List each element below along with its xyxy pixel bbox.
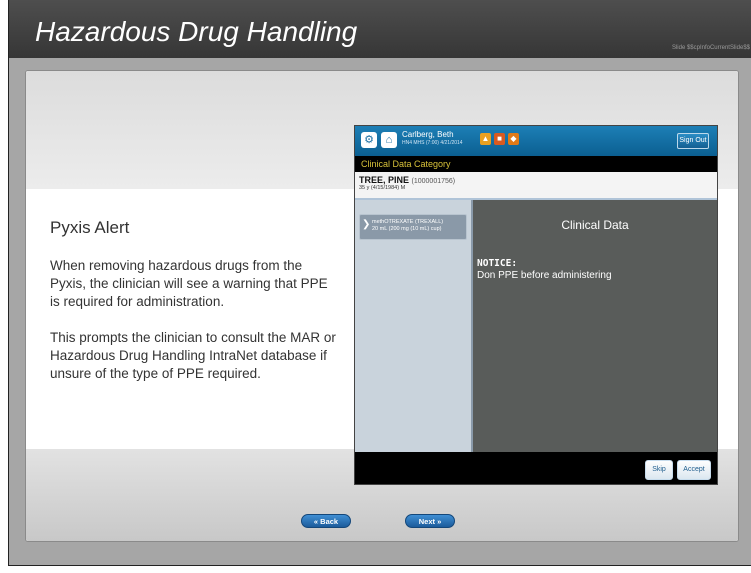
clinical-data-title: Clinical Data (561, 218, 629, 232)
content-area: Pyxis Alert When removing hazardous drug… (9, 58, 751, 565)
slide-paragraph-1: When removing hazardous drugs from the P… (50, 258, 328, 309)
skip-button: Skip (645, 460, 673, 480)
slide-card: Pyxis Alert When removing hazardous drug… (25, 70, 739, 542)
course-header: Hazardous Drug Handling Slide $$cpInfoCu… (9, 0, 751, 58)
notice-label: NOTICE: (477, 258, 518, 269)
patient-sub: 35 y (4/15/1984) M (359, 185, 406, 191)
notice-message: Don PPE before administering (477, 270, 612, 281)
back-button[interactable]: « Back (301, 514, 351, 528)
device-user-sub: HN4 MHS (7:00) 4/21/2014 (402, 140, 463, 146)
home-icon: ⌂ (381, 132, 397, 148)
device-user-name: Carlberg, Beth (402, 130, 454, 139)
slide-info: Slide $$cpInfoCurrentSlide$$ (671, 45, 750, 51)
accept-button: Accept (677, 460, 711, 480)
patient-name: TREE, PINE (1000001756) (359, 175, 456, 185)
pyxis-screenshot: ⚙ ⌂ Carlberg, Beth HN4 MHS (7:00) 4/21/2… (354, 125, 718, 485)
device-item-text: methOTREXATE (TREXALL) 20 mL (200 mg (10… (372, 219, 444, 232)
chevron-right-icon: ❯ (362, 219, 371, 230)
next-button[interactable]: Next » (405, 514, 455, 528)
patient-id: (1000001756) (411, 178, 456, 185)
slide-heading: Pyxis Alert (50, 218, 130, 237)
alert-icon-3: ◆ (508, 133, 519, 145)
slide-text: Pyxis Alert When removing hazardous drug… (50, 219, 340, 401)
course-frame: Hazardous Drug Handling Slide $$cpInfoCu… (8, 0, 751, 566)
alert-icon-1: ▲ (480, 133, 491, 145)
slide-paragraph-2: This prompts the clinician to consult th… (50, 330, 336, 381)
device-footer: Skip Accept (355, 452, 717, 484)
device-item-list: ❯ methOTREXATE (TREXALL) 20 mL (200 mg (… (355, 200, 473, 452)
sign-out-button: Sign Out (677, 133, 709, 149)
device-top-bar: ⚙ ⌂ Carlberg, Beth HN4 MHS (7:00) 4/21/2… (355, 126, 717, 156)
device-list-item: ❯ methOTREXATE (TREXALL) 20 mL (200 mg (… (359, 214, 467, 240)
alert-icon-2: ■ (494, 133, 505, 145)
device-user: Carlberg, Beth HN4 MHS (7:00) 4/21/2014 (402, 130, 463, 148)
clinical-data-panel: Clinical Data NOTICE: Don PPE before adm… (473, 200, 717, 452)
gear-icon: ⚙ (361, 132, 377, 148)
course-title: Hazardous Drug Handling (35, 16, 358, 47)
device-category: Clinical Data Category (355, 156, 717, 172)
device-patient: TREE, PINE (1000001756) 35 y (4/15/1984)… (355, 172, 717, 200)
